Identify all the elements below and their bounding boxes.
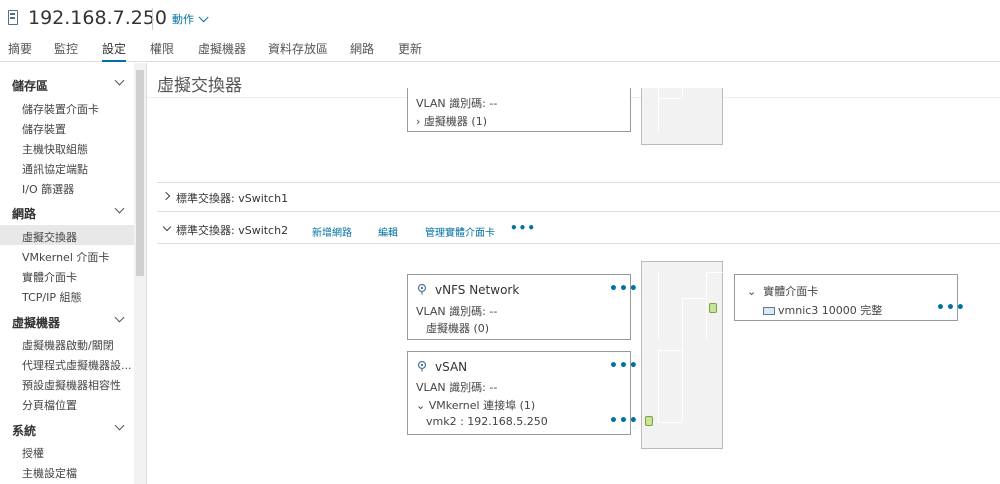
host-header: 192.168.7.250 動作 xyxy=(0,0,1000,38)
vm-group-toggle[interactable]: › 虛擬機器 (1) xyxy=(416,113,487,129)
sidebar-item-physical-adapters[interactable]: 實體介面卡 xyxy=(22,269,77,285)
sidebar-divider xyxy=(146,63,147,484)
vmkernel-group-toggle[interactable]: ⌄ VMkernel 連接埠 (1) xyxy=(416,397,535,413)
portgroup-card-partial: VLAN 識別碼: -- › 虛擬機器 (1) xyxy=(407,88,631,132)
nic-text: vmnic3 10000 完整 xyxy=(778,304,883,317)
sidebar-section-virtual-machines[interactable]: 虛擬機器 xyxy=(12,314,60,331)
vswitch2-label[interactable]: 標準交換器: vSwitch2 xyxy=(176,222,288,238)
manage-physical-adapters-button[interactable]: 管理實體介面卡 xyxy=(425,224,495,239)
sidebar-item-vm-startup[interactable]: 虛擬機器啟動/關閉 xyxy=(22,337,114,353)
graph-line xyxy=(658,88,659,131)
uplink-port-indicator[interactable] xyxy=(709,303,717,313)
portgroup-card-vnfs[interactable]: vNFS Network ••• VLAN 識別碼: -- 虛擬機器 (0) xyxy=(407,274,638,340)
graph-line xyxy=(706,272,707,340)
graph-line xyxy=(658,350,682,351)
host-title: 192.168.7.250 xyxy=(28,7,168,29)
portgroup-name: vSAN xyxy=(435,360,468,374)
tab-permissions[interactable]: 權限 xyxy=(150,40,174,62)
vlan-id-text: VLAN 識別碼: -- xyxy=(416,381,498,394)
nic-row: vmnic3 10000 完整 xyxy=(763,302,882,318)
vmk-more-button[interactable]: ••• xyxy=(609,413,639,429)
portgroup-more-button[interactable]: ••• xyxy=(609,358,639,374)
sidebar-item-default-vm-compat[interactable]: 預設虛擬機器相容性 xyxy=(22,377,121,393)
vmkernel-port-indicator[interactable] xyxy=(645,416,653,426)
nic-icon xyxy=(763,307,775,315)
chevron-right-icon[interactable] xyxy=(161,191,171,201)
tab-configure[interactable]: 設定 xyxy=(102,40,127,62)
switch-graph xyxy=(641,261,723,449)
sidebar-item-storage-devices[interactable]: 儲存裝置 xyxy=(22,121,66,137)
vm-group-label: 虛擬機器 (1) xyxy=(423,115,487,128)
chevron-down-icon xyxy=(198,12,209,23)
page-title: 虛擬交換器 xyxy=(157,76,242,96)
tab-summary[interactable]: 摘要 xyxy=(8,40,32,62)
chevron-down-icon[interactable] xyxy=(162,222,172,232)
graph-line xyxy=(682,298,706,299)
chevron-down-icon[interactable] xyxy=(114,75,125,86)
more-actions-button[interactable]: ••• xyxy=(510,221,536,235)
tab-updates[interactable]: 更新 xyxy=(398,40,422,62)
switch-graph-partial xyxy=(641,88,723,145)
sidebar-section-system[interactable]: 系統 xyxy=(12,422,36,439)
header-divider xyxy=(152,8,153,30)
sidebar-section-networking[interactable]: 網路 xyxy=(12,205,36,222)
chevron-down-icon[interactable] xyxy=(114,312,125,323)
sidebar-item-storage-adapters[interactable]: 儲存裝置介面卡 xyxy=(22,101,99,117)
nic-more-button[interactable]: ••• xyxy=(936,300,966,316)
sidebar-item-tcpip-config[interactable]: TCP/IP 組態 xyxy=(22,289,81,305)
vlan-id-text: VLAN 識別碼: -- xyxy=(416,97,498,110)
sidebar-scrollbar-thumb[interactable] xyxy=(136,70,144,276)
tab-datastores[interactable]: 資料存放區 xyxy=(268,40,328,62)
sidebar-item-vmkernel-adapters[interactable]: VMkernel 介面卡 xyxy=(22,249,109,265)
tab-monitor[interactable]: 監控 xyxy=(54,40,78,62)
actions-label: 動作 xyxy=(172,13,194,26)
graph-line xyxy=(658,98,682,99)
portgroup-icon xyxy=(417,283,427,295)
portgroup-more-button[interactable]: ••• xyxy=(609,281,639,297)
divider xyxy=(157,243,1000,244)
tab-vms[interactable]: 虛擬機器 xyxy=(198,40,246,62)
settings-sidebar: 儲存區 儲存裝置介面卡 儲存裝置 主機快取組態 通訊協定端點 I/O 篩選器 網… xyxy=(0,63,146,484)
sidebar-item-host-cache[interactable]: 主機快取組態 xyxy=(22,141,88,157)
sidebar-section-storage[interactable]: 儲存區 xyxy=(12,77,48,94)
host-icon xyxy=(8,10,18,25)
chevron-down-icon[interactable] xyxy=(114,203,125,214)
tab-bar: 摘要 監控 設定 權限 虛擬機器 資料存放區 網路 更新 xyxy=(0,38,1000,62)
graph-line xyxy=(706,272,723,273)
sidebar-item-licensing[interactable]: 授權 xyxy=(22,445,44,461)
divider xyxy=(157,211,1000,212)
portgroup-card-vsan[interactable]: vSAN ••• VLAN 識別碼: -- ⌄ VMkernel 連接埠 (1)… xyxy=(407,351,638,435)
divider xyxy=(157,182,1000,183)
graph-line xyxy=(658,422,682,423)
graph-line xyxy=(682,298,683,422)
physical-adapters-title: 實體介面卡 xyxy=(763,285,819,298)
sidebar-item-virtual-switches[interactable]: 虛擬交換器 xyxy=(22,229,77,245)
tab-networks[interactable]: 網路 xyxy=(350,40,374,62)
vm-count-text: 虛擬機器 (0) xyxy=(426,322,490,335)
graph-line xyxy=(658,350,659,422)
actions-menu-button[interactable]: 動作 xyxy=(172,11,209,27)
sidebar-item-agent-vm-settings[interactable]: 代理程式虛擬機器設... xyxy=(22,357,132,373)
physical-adapters-toggle[interactable]: ⌄ 實體介面卡 xyxy=(747,283,818,299)
physical-adapters-card[interactable]: ⌄ 實體介面卡 vmnic3 10000 完整 ••• xyxy=(734,274,965,321)
graph-line xyxy=(682,88,683,98)
vswitch1-label[interactable]: 標準交換器: vSwitch1 xyxy=(176,190,288,206)
portgroup-name: vNFS Network xyxy=(435,283,520,297)
edit-button[interactable]: 編輯 xyxy=(378,224,398,239)
vmkernel-group-label: VMkernel 連接埠 (1) xyxy=(428,399,536,412)
add-networking-button[interactable]: 新增網路 xyxy=(312,224,352,239)
sidebar-item-protocol-endpoints[interactable]: 通訊協定端點 xyxy=(22,161,88,177)
vlan-id-text: VLAN 識別碼: -- xyxy=(416,305,498,318)
sidebar-item-io-filters[interactable]: I/O 篩選器 xyxy=(22,181,74,197)
sidebar-item-swap-file-location[interactable]: 分頁檔位置 xyxy=(22,397,77,413)
portgroup-icon xyxy=(417,360,427,372)
sidebar-item-host-profile[interactable]: 主機設定檔 xyxy=(22,465,77,481)
chevron-down-icon[interactable] xyxy=(114,420,125,431)
graph-line xyxy=(658,272,659,340)
vmkernel-port-text: vmk2 : 192.168.5.250 xyxy=(426,415,548,428)
